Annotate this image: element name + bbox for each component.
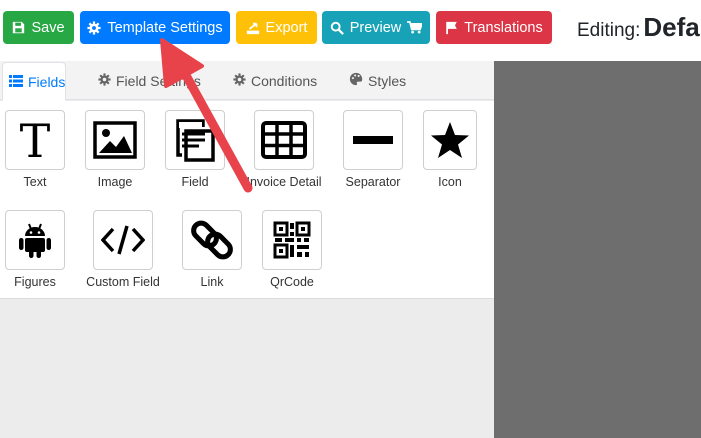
tab-field-settings-label: Field Settings [116, 72, 201, 89]
tool-figures-label: Figures [14, 275, 56, 289]
tab-field-settings[interactable]: Field Settings [98, 61, 201, 100]
android-icon [19, 223, 51, 258]
tab-styles[interactable]: Styles [349, 61, 406, 100]
image-icon [93, 121, 137, 159]
tool-custom-field-label: Custom Field [86, 275, 160, 289]
tool-qrcode-box[interactable] [262, 210, 322, 270]
tool-text-box[interactable]: T [5, 110, 65, 170]
tool-custom-field[interactable]: Custom Field [73, 210, 173, 289]
template-settings-label: Template Settings [107, 19, 223, 36]
field-icon [176, 119, 215, 162]
tool-separator-box[interactable] [343, 110, 403, 170]
template-settings-button[interactable]: Template Settings [80, 11, 230, 44]
search-icon [330, 21, 344, 35]
editing-label: Editing: [577, 20, 641, 41]
save-label: Save [31, 19, 65, 36]
left-panel: Fields Field Settings Conditions Styles [0, 61, 494, 438]
save-button[interactable]: Save [3, 11, 74, 44]
tab-fields[interactable]: Fields [2, 62, 66, 101]
tool-link-box[interactable] [182, 210, 242, 270]
tool-field[interactable]: Field [145, 110, 245, 189]
preview-button[interactable]: Preview [322, 11, 430, 44]
text-icon: T [20, 118, 51, 162]
tab-styles-label: Styles [368, 72, 407, 89]
code-icon [101, 225, 145, 255]
star-icon [431, 122, 469, 158]
tool-image-label: Image [97, 175, 133, 189]
tool-qrcode[interactable]: QrCode [242, 210, 342, 289]
export-label: Export [265, 19, 308, 36]
tab-conditions[interactable]: Conditions [233, 61, 317, 100]
tool-icon-label: Icon [438, 175, 462, 189]
tool-icon-box[interactable] [423, 110, 477, 170]
editing-title: Editing: Defa [577, 12, 700, 43]
tool-qrcode-label: QrCode [270, 275, 314, 289]
table-icon [261, 121, 307, 159]
tool-separator-label: Separator [345, 175, 401, 189]
palette-icon [349, 72, 363, 89]
gear-icon [98, 72, 111, 89]
canvas-area[interactable] [494, 61, 701, 438]
gear-icon [233, 72, 246, 89]
link-icon [191, 220, 233, 260]
tool-icon[interactable]: Icon [400, 110, 500, 189]
tab-fields-label: Fields [28, 73, 66, 90]
editing-template-name: Defa [643, 12, 700, 42]
tool-invoice-detail[interactable]: Invoice Detail [234, 110, 334, 189]
tabs-bar: Fields Field Settings Conditions Styles [0, 61, 494, 101]
field-tools: T Text Image Field Invoice Detail Separa… [0, 101, 494, 299]
flag-icon [445, 21, 458, 35]
floppy-disk-icon [12, 21, 25, 34]
translations-label: Translations [464, 19, 543, 36]
cart-icon [407, 21, 423, 34]
tool-figures-box[interactable] [5, 210, 65, 270]
tool-invoice-detail-box[interactable] [254, 110, 314, 170]
svg-text:T: T [20, 118, 51, 162]
tool-invoice-detail-label: Invoice Detail [246, 175, 322, 189]
export-button[interactable]: Export [236, 11, 317, 44]
tool-image-box[interactable] [85, 110, 145, 170]
export-icon [246, 21, 260, 35]
tool-field-label: Field [181, 175, 209, 189]
gear-icon [87, 20, 101, 35]
tab-conditions-label: Conditions [251, 72, 318, 89]
tool-link-label: Link [200, 275, 224, 289]
tool-text-label: Text [23, 175, 47, 189]
list-icon [9, 74, 23, 90]
preview-label: Preview [349, 19, 402, 36]
qrcode-icon [273, 221, 311, 259]
translations-button[interactable]: Translations [436, 11, 552, 44]
toolbar: Save Template Settings Export Preview Tr… [0, 0, 701, 58]
tool-custom-field-box[interactable] [93, 210, 153, 270]
separator-icon [353, 136, 393, 144]
tool-field-box[interactable] [165, 110, 225, 170]
